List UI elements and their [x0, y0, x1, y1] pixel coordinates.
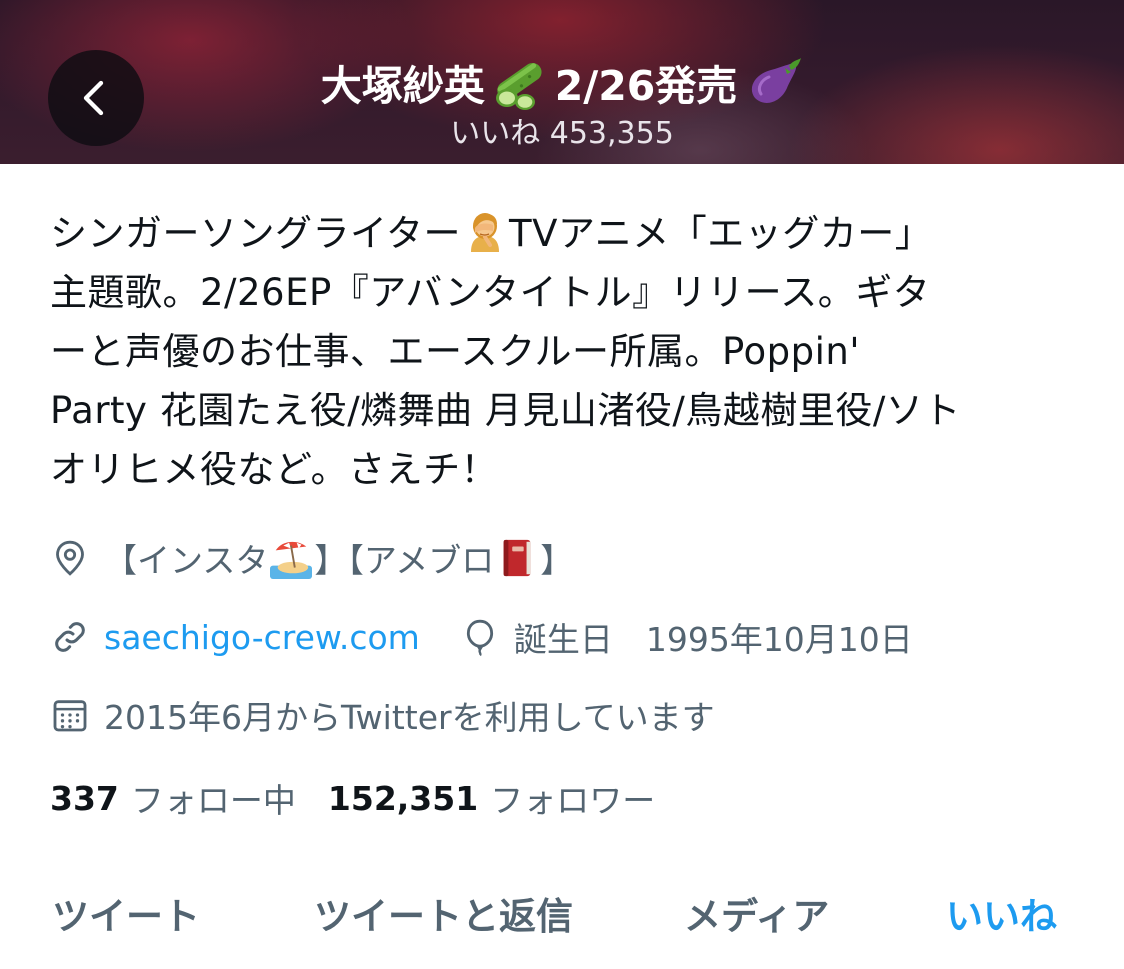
profile-name: 大塚紗英 [320, 62, 485, 110]
calendar-icon [53, 700, 87, 732]
location-text: 】【アメブロ [314, 541, 495, 580]
beach-island-emoji-icon [270, 541, 313, 579]
bio-line: ーと声優のお仕事、エースクルー所属。Poppin' [50, 330, 861, 373]
profile-name-title: 大塚紗英 2/26発売 [0, 52, 1124, 112]
website-birthday-row: saechigo-crew.com 誕生日 1995年10月10日 [50, 613, 913, 661]
following-count: 337 [50, 778, 119, 818]
following-label: フォロー中 [130, 781, 296, 820]
bio-line: シンガーソングライター TVアニメ「エッグカー」 [50, 204, 1080, 263]
release-date: 2/26発売 [554, 62, 738, 110]
location-row: 【インスタ 】【アメブロ 】 [50, 534, 573, 582]
cucumber-emoji-icon [495, 63, 542, 110]
profile-bio: シンガーソングライター TVアニメ「エッグカー」 主題歌。2/26EP『アバンタ… [50, 204, 1080, 499]
website-link[interactable]: saechigo-crew.com [104, 618, 420, 657]
eggplant-emoji-icon [752, 58, 802, 103]
tab-tweets[interactable]: ツイート [52, 886, 200, 940]
bio-line: オリヒメ役など。さえチ！ [50, 448, 499, 491]
profile-tabs: ツイート ツイートと返信 メディア いいね [0, 880, 1124, 950]
facepalm-emoji-icon [471, 213, 500, 252]
location-text: 】 [540, 541, 574, 580]
red-book-emoji-icon [503, 539, 531, 577]
link-icon [55, 622, 85, 652]
likes-count-subtitle: いいね 453,355 [450, 116, 674, 151]
followers-count: 152,351 [327, 778, 479, 818]
tab-tweets-and-replies[interactable]: ツイートと返信 [314, 886, 573, 940]
joined-row: 2015年6月からTwitterを利用しています [50, 691, 715, 739]
balloon-icon [466, 619, 493, 657]
birthday-text: 誕生日 1995年10月10日 [513, 620, 913, 659]
bio-text: TVアニメ「エッグカー」 [509, 212, 933, 255]
tab-media[interactable]: メディア [684, 886, 829, 940]
location-pin-icon [56, 540, 84, 576]
bio-line: 主題歌。2/26EP『アバンタイトル』リリース。ギタ [50, 271, 931, 314]
follow-stats: 337 フォロー中 152,351 フォロワー [50, 774, 687, 822]
bio-text: シンガーソングライター [50, 212, 462, 255]
followers-link[interactable]: 152,351 フォロワー [328, 774, 655, 822]
following-link[interactable]: 337 フォロー中 [50, 774, 296, 822]
profile-header: 大塚紗英 2/26発売 いいね 453,355 [0, 0, 1124, 164]
joined-text: 2015年6月からTwitterを利用しています [104, 698, 715, 737]
bio-line: Party 花園たえ役/燐舞曲 月見山渚役/鳥越樹里役/ソト [50, 389, 961, 432]
location-text: 【インスタ [104, 541, 269, 580]
tab-likes[interactable]: いいね [946, 886, 1057, 940]
followers-label: フォロワー [490, 781, 656, 820]
